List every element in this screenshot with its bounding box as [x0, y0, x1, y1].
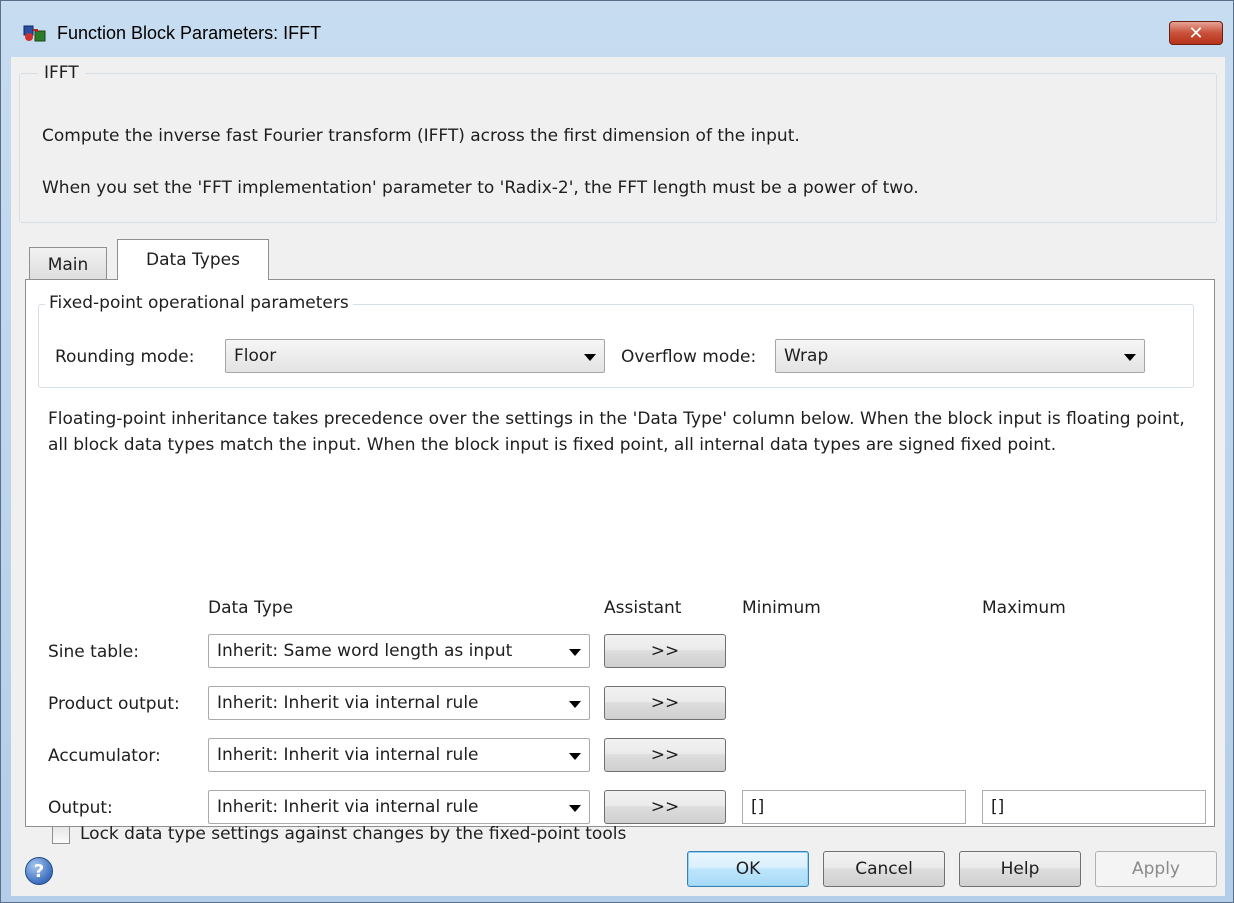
chevron-down-icon: [1124, 354, 1136, 361]
output-assistant-button[interactable]: >>: [604, 790, 726, 824]
assistant-column-header: Assistant: [604, 598, 682, 618]
rounding-mode-label: Rounding mode:: [55, 347, 195, 367]
overflow-mode-value: Wrap: [784, 346, 829, 366]
cancel-button-label: Cancel: [855, 859, 913, 879]
accumulator-assistant-button[interactable]: >>: [604, 738, 726, 772]
chevron-down-icon: [569, 649, 581, 656]
accumulator-assistant-label: >>: [650, 745, 680, 765]
rounding-mode-select[interactable]: Floor: [225, 339, 605, 373]
output-minimum-value: []: [751, 797, 765, 817]
data-types-panel: Fixed-point operational parameters Round…: [25, 279, 1215, 844]
lock-data-type-label: Lock data type settings against changes …: [80, 824, 627, 844]
minimum-column-header: Minimum: [742, 598, 821, 618]
output-minimum-field[interactable]: []: [742, 790, 966, 824]
dialog-window: Function Block Parameters: IFFT ✕ IFFT C…: [0, 0, 1234, 903]
simulink-block-icon: [23, 25, 46, 42]
help-button-label: Help: [1000, 859, 1040, 879]
accumulator-label: Accumulator:: [48, 746, 161, 766]
fixed-point-group: Fixed-point operational parameters Round…: [38, 293, 1194, 388]
lock-data-type-checkbox[interactable]: [52, 826, 70, 844]
close-icon: ✕: [1188, 22, 1204, 44]
sine-table-data-type-value: Inherit: Same word length as input: [217, 641, 513, 661]
accumulator-data-type-select[interactable]: Inherit: Inherit via internal rule: [208, 738, 590, 772]
product-output-data-type-value: Inherit: Inherit via internal rule: [217, 693, 479, 713]
data-type-column-header: Data Type: [208, 598, 294, 618]
close-button[interactable]: ✕: [1169, 21, 1223, 45]
help-icon[interactable]: ?: [25, 857, 53, 885]
tab-main-label: Main: [47, 254, 89, 275]
apply-button[interactable]: Apply: [1095, 851, 1217, 887]
inheritance-note: Floating-point inheritance takes precede…: [48, 409, 1185, 455]
product-output-label: Product output:: [48, 694, 180, 714]
output-maximum-value: []: [991, 797, 1005, 817]
window-title: Function Block Parameters: IFFT: [57, 23, 322, 43]
description-text-2: When you set the 'FFT implementation' pa…: [42, 178, 919, 198]
cancel-button[interactable]: Cancel: [823, 851, 945, 887]
description-group: IFFT Compute the inverse fast Fourier tr…: [19, 63, 1217, 223]
question-mark-glyph: ?: [33, 860, 45, 882]
overflow-mode-select[interactable]: Wrap: [775, 339, 1145, 373]
sine-table-assistant-label: >>: [650, 641, 680, 661]
chevron-down-icon: [569, 753, 581, 760]
description-group-title: IFFT: [38, 63, 85, 83]
chevron-down-icon: [569, 805, 581, 812]
product-output-assistant-label: >>: [650, 693, 680, 713]
chevron-down-icon: [584, 354, 596, 361]
tab-data-types-label: Data Types: [146, 250, 240, 270]
sine-table-label: Sine table:: [48, 642, 139, 662]
overflow-mode-label: Overflow mode:: [621, 347, 757, 367]
output-data-type-value: Inherit: Inherit via internal rule: [217, 797, 479, 817]
output-data-type-select[interactable]: Inherit: Inherit via internal rule: [208, 790, 590, 824]
product-output-data-type-select[interactable]: Inherit: Inherit via internal rule: [208, 686, 590, 720]
rounding-mode-value: Floor: [234, 346, 277, 366]
tab-data-types[interactable]: Data Types: [117, 239, 269, 280]
output-label: Output:: [48, 798, 113, 818]
ok-button[interactable]: OK: [687, 851, 809, 887]
output-maximum-field[interactable]: []: [982, 790, 1206, 824]
dialog-client-area: IFFT Compute the inverse fast Fourier tr…: [11, 57, 1225, 896]
fixed-point-group-title: Fixed-point operational parameters: [45, 293, 353, 313]
output-assistant-label: >>: [650, 797, 680, 817]
description-text-1: Compute the inverse fast Fourier transfo…: [42, 126, 800, 146]
sine-table-data-type-select[interactable]: Inherit: Same word length as input: [208, 634, 590, 668]
apply-button-label: Apply: [1132, 859, 1180, 879]
ok-button-label: OK: [735, 859, 761, 879]
chevron-down-icon: [569, 701, 581, 708]
title-bar[interactable]: Function Block Parameters: IFFT ✕: [1, 1, 1233, 57]
tab-main[interactable]: Main: [29, 247, 107, 281]
sine-table-assistant-button[interactable]: >>: [604, 634, 726, 668]
accumulator-data-type-value: Inherit: Inherit via internal rule: [217, 745, 479, 765]
product-output-assistant-button[interactable]: >>: [604, 686, 726, 720]
help-button[interactable]: Help: [959, 851, 1081, 887]
maximum-column-header: Maximum: [982, 598, 1066, 618]
